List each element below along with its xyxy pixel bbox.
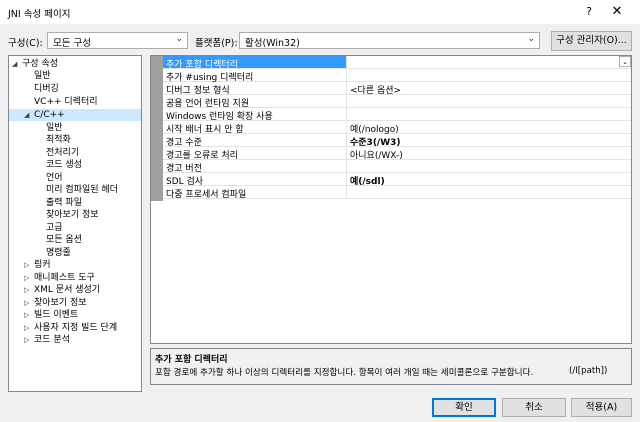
tree-item-output-files[interactable]: 출력 파일 <box>9 197 141 209</box>
collapsed-icon[interactable]: ▷ <box>24 272 29 284</box>
chevron-down-icon[interactable]: ⌄ <box>619 56 631 67</box>
collapsed-icon[interactable]: ▷ <box>24 259 29 271</box>
expanded-icon[interactable]: ◢ <box>24 109 29 121</box>
description-title: 추가 포함 디렉터리 <box>155 355 228 365</box>
apply-button[interactable]: 적용(A) <box>571 398 632 417</box>
platform-value: 활성(Win32) <box>245 38 300 49</box>
collapsed-icon[interactable]: ▷ <box>24 297 29 309</box>
property-tree[interactable]: ◢ 구성 속성 일반 디버깅 VC++ 디렉터리 ◢ C/C++ 일반 최적화 … <box>8 55 142 392</box>
tree-item-browse-info[interactable]: 찾아보기 정보 <box>9 209 141 221</box>
property-row-suppress-banner[interactable]: 시작 배너 표시 안 함 예(/nologo) <box>163 121 631 135</box>
configuration-manager-button[interactable]: 구성 관리자(O)... <box>551 31 632 51</box>
ok-button[interactable]: 확인 <box>432 398 496 417</box>
property-grid-gutter <box>151 56 163 201</box>
window-title: JNI 속성 페이지 <box>8 9 71 20</box>
property-row-windows-runtime-extension[interactable]: Windows 런타임 확장 사용 <box>163 108 631 122</box>
configuration-dropdown[interactable]: 모든 구성 ⌄ <box>47 32 188 49</box>
tree-item-all-options[interactable]: 모든 옵션 <box>9 234 141 246</box>
configuration-label: 구성(C): <box>8 38 43 49</box>
platform-dropdown[interactable]: 활성(Win32) ⌄ <box>239 32 540 49</box>
tree-item-c-cpp[interactable]: ◢ C/C++ <box>9 109 141 121</box>
property-row-clr-support[interactable]: 공용 언어 런타임 지원 <box>163 95 631 109</box>
tree-item-general[interactable]: 일반 <box>9 70 141 82</box>
description-text: 포함 경로에 추가할 하나 이상의 디렉터리를 지정합니다. 항목이 여러 개일… <box>155 368 534 378</box>
tree-item-code-analysis[interactable]: ▷ 코드 분석 <box>9 334 141 346</box>
description-switch: (/I[path]) <box>569 366 608 376</box>
property-value-field[interactable]: ⌄ <box>346 56 631 68</box>
tree-item-vc-directories[interactable]: VC++ 디렉터리 <box>9 96 141 108</box>
tree-item-language[interactable]: 언어 <box>9 172 141 184</box>
property-row-additional-include-dirs[interactable]: 추가 포함 디렉터리 ⌄ <box>163 56 631 70</box>
tree-item-advanced[interactable]: 고급 <box>9 222 141 234</box>
tree-item-optimization[interactable]: 최적화 <box>9 134 141 146</box>
tree-item-debugging[interactable]: 디버깅 <box>9 83 141 95</box>
chevron-down-icon: ⌄ <box>527 34 535 44</box>
property-row-treat-warnings-as-errors[interactable]: 경고를 오류로 처리 아니요(/WX-) <box>163 147 631 161</box>
property-row-multiprocessor-compilation[interactable]: 다중 프로세서 컴파일 <box>163 186 631 200</box>
tree-item-build-events[interactable]: ▷ 빌드 이벤트 <box>9 309 141 321</box>
property-row-additional-using-dirs[interactable]: 추가 #using 디렉터리 <box>163 69 631 83</box>
expanded-icon[interactable]: ◢ <box>12 58 17 70</box>
property-row-debug-info-format[interactable]: 디버그 정보 형식 <다른 옵션> <box>163 82 631 96</box>
tree-item-cpp-general[interactable]: 일반 <box>9 122 141 134</box>
collapsed-icon[interactable]: ▷ <box>24 322 29 334</box>
collapsed-icon[interactable]: ▷ <box>24 309 29 321</box>
tree-item-precompiled-headers[interactable]: 미리 컴파일된 헤더 <box>9 184 141 196</box>
tree-item-xml-doc-generator[interactable]: ▷ XML 문서 생성기 <box>9 284 141 296</box>
collapsed-icon[interactable]: ▷ <box>24 334 29 346</box>
tree-item-preprocessor[interactable]: 전처리기 <box>9 147 141 159</box>
property-row-warning-level[interactable]: 경고 수준 수준3(/W3) <box>163 134 631 148</box>
collapsed-icon[interactable]: ▷ <box>24 284 29 296</box>
tree-item-code-generation[interactable]: 코드 생성 <box>9 159 141 171</box>
platform-label: 플랫폼(P): <box>195 38 238 49</box>
title-bar: JNI 속성 페이지 ? ✕ <box>0 0 640 24</box>
property-row-sdl-checks[interactable]: SDL 검사 예(/sdl) <box>163 173 631 187</box>
tree-item-browse-info-top[interactable]: ▷ 찾아보기 정보 <box>9 297 141 309</box>
chevron-down-icon: ⌄ <box>175 34 183 44</box>
property-grid[interactable]: 추가 포함 디렉터리 ⌄ 추가 #using 디렉터리 디버그 정보 형식 <다… <box>150 55 632 344</box>
tree-item-manifest-tool[interactable]: ▷ 매니페스트 도구 <box>9 272 141 284</box>
tree-item-linker[interactable]: ▷ 링커 <box>9 259 141 271</box>
cancel-button[interactable]: 취소 <box>502 398 566 417</box>
tree-item-command-line[interactable]: 명령줄 <box>9 247 141 259</box>
property-description-pane: 추가 포함 디렉터리 포함 경로에 추가할 하나 이상의 디렉터리를 지정합니다… <box>150 348 632 385</box>
help-button[interactable]: ? <box>580 3 598 21</box>
property-row-warning-version[interactable]: 경고 버전 <box>163 160 631 174</box>
configuration-value: 모든 구성 <box>53 38 91 49</box>
tree-item-custom-build-step[interactable]: ▷ 사용자 지정 빌드 단계 <box>9 322 141 334</box>
tree-item-configuration-properties[interactable]: ◢ 구성 속성 <box>9 58 141 70</box>
close-button[interactable]: ✕ <box>606 2 628 22</box>
